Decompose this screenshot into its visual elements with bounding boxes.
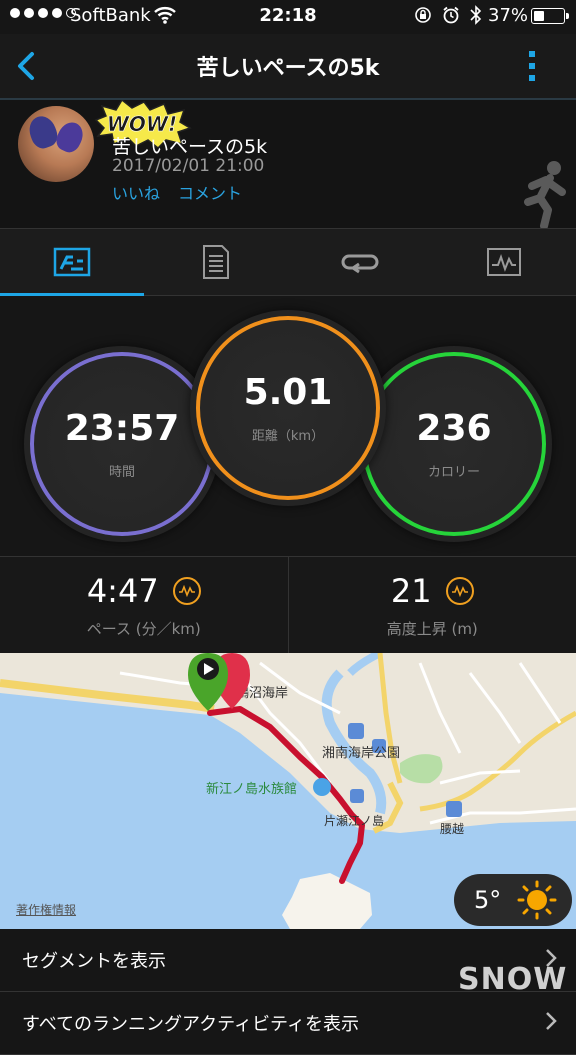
map-label-station: 片瀬江ノ島 xyxy=(324,813,384,828)
laps-icon xyxy=(341,248,379,276)
pace-graph-icon xyxy=(173,577,201,605)
chevron-right-icon xyxy=(544,1010,558,1032)
time-stat: 23:57 時間 xyxy=(30,352,214,536)
distance-value: 5.01 xyxy=(244,372,333,413)
battery-icon xyxy=(531,8,565,24)
tab-charts[interactable] xyxy=(432,229,576,295)
more-options-button[interactable] xyxy=(520,46,544,86)
status-bar: SoftBank 22:18 37% xyxy=(0,0,576,34)
details-icon xyxy=(202,244,230,280)
tab-laps[interactable] xyxy=(288,229,432,295)
nav-bar: 苦しいペースの5k xyxy=(0,34,576,100)
copyright-link[interactable]: 著作権情報 xyxy=(16,901,76,918)
distance-stat: 5.01 距離（km） xyxy=(196,316,380,500)
metrics-row: 4:47 ペース (分／km) 21 高度上昇 (m) xyxy=(0,556,576,654)
sun-icon xyxy=(517,880,557,920)
elevation-metric[interactable]: 21 高度上昇 (m) xyxy=(288,557,576,653)
tab-details[interactable] xyxy=(144,229,288,295)
avatar[interactable] xyxy=(18,106,94,182)
running-icon xyxy=(514,158,576,228)
calories-label: カロリー xyxy=(428,461,480,480)
pace-metric[interactable]: 4:47 ペース (分／km) xyxy=(0,557,288,653)
weather-temp: 5° xyxy=(474,886,501,914)
elevation-value: 21 xyxy=(391,572,432,610)
tab-bar xyxy=(0,229,576,296)
alarm-icon xyxy=(442,6,460,24)
snow-watermark: SNOW xyxy=(458,962,567,997)
all-activities-label: すべてのランニングアクティビティを表示 xyxy=(22,1010,359,1036)
time-label: 時間 xyxy=(109,461,135,480)
activity-name: 苦しいペースの5k xyxy=(112,132,267,159)
pace-value: 4:47 xyxy=(87,572,159,610)
calories-stat: 236 カロリー xyxy=(362,352,546,536)
distance-label: 距離（km） xyxy=(252,425,324,444)
map-label-park: 湘南海岸公園 xyxy=(322,745,400,761)
calories-value: 236 xyxy=(416,408,491,449)
page-title: 苦しいペースの5k xyxy=(0,50,576,82)
time-value: 23:57 xyxy=(65,408,180,449)
segments-label: セグメントを表示 xyxy=(22,947,166,973)
activity-header: WOW! 苦しいペースの5k 2017/02/01 21:00 いいね コメント xyxy=(0,100,576,229)
comment-link[interactable]: コメント xyxy=(178,180,242,204)
pace-label: ペース (分／km) xyxy=(87,618,201,639)
battery-percent: 37% xyxy=(488,5,528,26)
chart-icon xyxy=(486,247,522,277)
tab-stats[interactable] xyxy=(0,229,144,295)
stats-panel: 23:57 時間 236 カロリー 5.01 距離（km） xyxy=(0,296,576,556)
aquarium-marker[interactable] xyxy=(313,778,331,796)
elevation-graph-icon xyxy=(446,577,474,605)
map-label-aquarium: 新江ノ島水族館 xyxy=(206,781,297,797)
like-link[interactable]: いいね xyxy=(112,180,160,204)
rotation-lock-icon xyxy=(414,6,432,24)
bluetooth-icon xyxy=(470,5,482,25)
activity-date: 2017/02/01 21:00 xyxy=(112,156,264,176)
stats-icon xyxy=(53,247,91,277)
map-label-koshigoe: 腰越 xyxy=(440,822,464,836)
weather-badge: 5° xyxy=(454,874,572,926)
elevation-label: 高度上昇 (m) xyxy=(387,618,478,639)
